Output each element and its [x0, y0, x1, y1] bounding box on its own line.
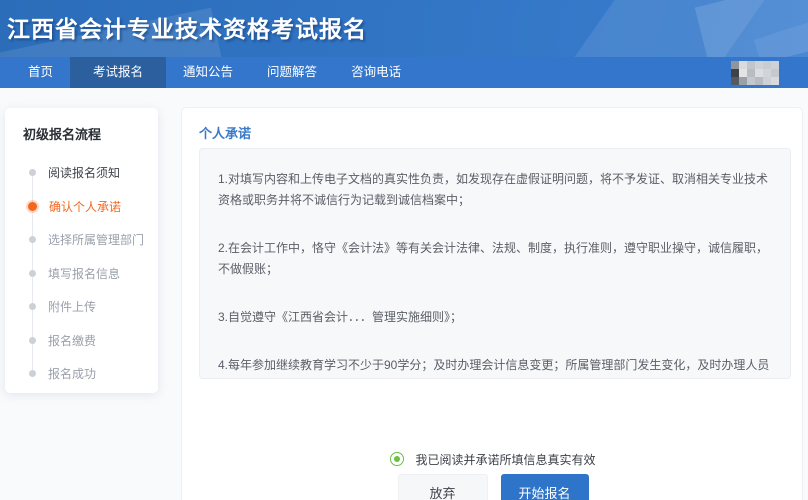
promise-item: 2.在会计工作中，恪守《会计法》等有关会计法律、法规、制度，执行准则，遵守职业操… [218, 238, 772, 280]
step-confirm-promise: 确认个人承诺 [5, 190, 158, 224]
step-dot-icon [29, 337, 36, 344]
step-success: 报名成功 [5, 357, 158, 391]
personal-promise-panel: 个人承诺 1.对填写内容和上传电子文档的真实性负责，如发现存在虚假证明问题，将不… [181, 107, 803, 500]
step-fill-info: 填写报名信息 [5, 257, 158, 291]
step-payment: 报名缴费 [5, 324, 158, 358]
step-dot-icon [29, 169, 36, 176]
step-dot-icon [29, 303, 36, 310]
panel-title: 个人承诺 [182, 108, 802, 142]
step-dot-icon [28, 202, 37, 211]
nav-item-exam-registration[interactable]: 考试报名 [70, 57, 166, 88]
agree-row: 我已阅读并承诺所填信息真实有效 [182, 449, 804, 469]
step-upload-attachment: 附件上传 [5, 290, 158, 324]
step-dot-icon [29, 270, 36, 277]
nav-item-phone[interactable]: 咨询电话 [334, 57, 418, 88]
nav-item-notices[interactable]: 通知公告 [166, 57, 250, 88]
promise-item: 1.对填写内容和上传电子文档的真实性负责，如发现存在虚假证明问题，将不予发证、取… [218, 169, 772, 211]
promise-text-box: 1.对填写内容和上传电子文档的真实性负责，如发现存在虚假证明问题，将不予发证、取… [199, 148, 791, 379]
agree-label[interactable]: 我已阅读并承诺所填信息真实有效 [415, 451, 595, 468]
step-dot-icon [29, 236, 36, 243]
nav-item-home[interactable]: 首页 [11, 57, 70, 88]
cancel-button[interactable]: 放弃 [398, 474, 488, 500]
nav-item-faq[interactable]: 问题解答 [250, 57, 334, 88]
flow-steps: 阅读报名须知 确认个人承诺 选择所属管理部门 填写报名信息 附件上传 报名缴费 [5, 156, 158, 391]
registration-flow-panel: 初级报名流程 阅读报名须知 确认个人承诺 选择所属管理部门 填写报名信息 附件上 [5, 108, 158, 393]
main-nav: 首页 考试报名 通知公告 问题解答 咨询电话 [0, 57, 808, 88]
action-buttons: 放弃 开始报名 [182, 474, 804, 500]
step-select-department: 选择所属管理部门 [5, 223, 158, 257]
app-header: 江西省会计专业技术资格考试报名 [0, 0, 808, 57]
blurred-username[interactable] [731, 61, 779, 85]
step-read-notice: 阅读报名须知 [5, 156, 158, 190]
promise-item: 3.自觉遵守《江西省会计．．．管理实施细则》； [218, 307, 772, 328]
start-registration-button[interactable]: 开始报名 [501, 474, 589, 500]
site-title: 江西省会计专业技术资格考试报名 [7, 10, 367, 44]
agree-radio[interactable] [390, 452, 404, 466]
flow-panel-title: 初级报名流程 [5, 108, 158, 143]
page: 江西省会计专业技术资格考试报名 首页 考试报名 通知公告 问题解答 咨询电话 初… [0, 0, 808, 500]
agree-radio-dot [394, 456, 400, 462]
promise-item: 4.每年参加继续教育学习不少于90学分；及时办理会计信息变更；所属管理部门发生变… [218, 355, 772, 379]
step-dot-icon [29, 370, 36, 377]
